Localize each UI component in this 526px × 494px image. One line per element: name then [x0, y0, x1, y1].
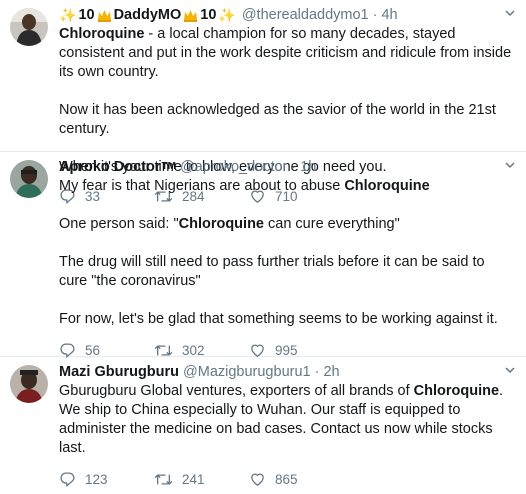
- chevron-down-icon[interactable]: [504, 364, 516, 376]
- like-button[interactable]: 995: [249, 342, 344, 359]
- reply-button[interactable]: 56: [59, 342, 154, 359]
- chevron-down-icon[interactable]: [504, 159, 516, 171]
- hashtag-keyword: Chloroquine: [178, 216, 264, 232]
- tweet-header: Mazi Gburugburu @Mazigburugburu1 · 2h: [59, 363, 516, 381]
- timestamp[interactable]: 1h: [300, 158, 316, 176]
- display-name[interactable]: Aproko Doctor: [59, 158, 161, 176]
- separator-dot: ·: [372, 7, 378, 23]
- tweet[interactable]: ✨ 10 DaddyMO 10 ✨ @therealdaddymo1 · 4h …: [0, 0, 526, 204]
- tweet-text-line: My fear is that Nigerians are about to a…: [59, 178, 345, 194]
- retweet-count: 302: [182, 342, 205, 358]
- sparkles-icon: ✨: [218, 7, 236, 23]
- tweet-text-line: The drug will still need to pass further…: [59, 254, 485, 289]
- reply-icon: [60, 342, 75, 358]
- retweet-button[interactable]: 302: [154, 342, 249, 359]
- avatar[interactable]: [10, 365, 48, 403]
- display-name[interactable]: Mazi Gburugburu: [59, 363, 179, 381]
- retweet-icon: [154, 473, 173, 485]
- like-button[interactable]: 865: [249, 471, 344, 488]
- timestamp[interactable]: 4h: [381, 6, 397, 24]
- reply-icon: [60, 471, 75, 487]
- reply-count: 56: [85, 342, 101, 358]
- tweet[interactable]: Aproko Doctor TM @aproko_doctor · 1h My …: [0, 152, 526, 359]
- like-icon: [251, 344, 264, 357]
- retweet-button[interactable]: 241: [154, 471, 249, 488]
- like-count: 865: [275, 471, 298, 487]
- retweet-icon: [154, 344, 173, 356]
- reply-count: 123: [85, 471, 108, 487]
- hashtag-keyword: Chloroquine: [59, 26, 145, 42]
- retweet-count: 241: [182, 471, 205, 487]
- tweet-text-line: Gburugburu Global ventures, exporters of…: [59, 383, 414, 399]
- tweet-text-line: One person said: ": [59, 216, 179, 232]
- crown-icon: [183, 9, 198, 22]
- tweet-text: My fear is that Nigerians are about to a…: [59, 177, 516, 329]
- separator-dot: ·: [314, 364, 320, 380]
- reply-button[interactable]: 123: [59, 471, 154, 488]
- display-name-prefix[interactable]: 10: [78, 6, 94, 24]
- like-count: 995: [275, 342, 298, 358]
- tweet-text-line: For now, let's be glad that something se…: [59, 311, 498, 327]
- user-handle[interactable]: @therealdaddymo1: [242, 6, 369, 24]
- separator-dot: ·: [291, 159, 297, 175]
- timestamp[interactable]: 2h: [323, 363, 339, 381]
- tweet-feed: ✨ 10 DaddyMO 10 ✨ @therealdaddymo1 · 4h …: [0, 0, 526, 487]
- tweet-text-line: can cure everything": [264, 216, 400, 232]
- chevron-down-icon[interactable]: [504, 7, 516, 19]
- display-name-suffix[interactable]: 10: [200, 6, 216, 24]
- sparkles-icon: ✨: [59, 7, 77, 23]
- display-name[interactable]: DaddyMO: [114, 6, 182, 24]
- tweet-text-line: Now it has been acknowledged as the savi…: [59, 102, 496, 137]
- user-handle[interactable]: @aproko_doctor: [180, 158, 287, 176]
- like-icon: [251, 473, 264, 486]
- trademark-mark: TM: [161, 161, 176, 172]
- crown-icon: [97, 9, 112, 22]
- avatar[interactable]: [10, 8, 48, 46]
- avatar[interactable]: [10, 160, 48, 198]
- tweet-header: ✨ 10 DaddyMO 10 ✨ @therealdaddymo1 · 4h: [59, 6, 516, 24]
- tweet-actions: 123 241 865: [59, 464, 516, 494]
- user-handle[interactable]: @Mazigburugburu1: [183, 363, 311, 381]
- hashtag-keyword: Chloroquine: [344, 178, 430, 194]
- tweet[interactable]: Mazi Gburugburu @Mazigburugburu1 · 2h Gb…: [0, 357, 526, 487]
- tweet-text: Gburugburu Global ventures, exporters of…: [59, 382, 516, 458]
- tweet-header: Aproko Doctor TM @aproko_doctor · 1h: [59, 158, 516, 176]
- hashtag-keyword: Chloroquine: [413, 383, 500, 399]
